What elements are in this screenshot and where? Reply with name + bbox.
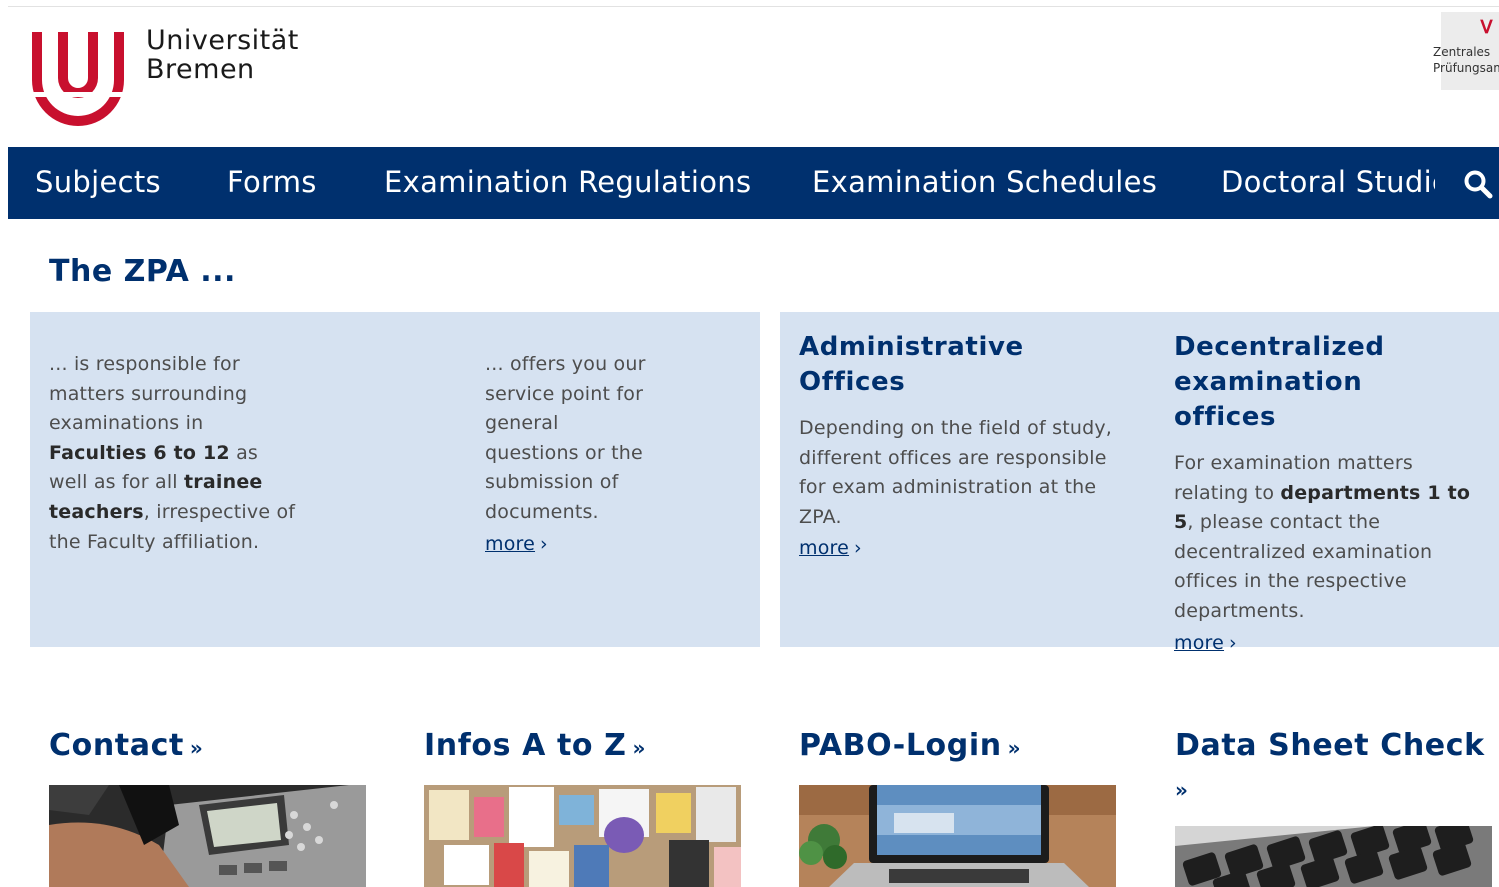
- zpa-logo-line2: Prüfungsamt: [1433, 61, 1499, 75]
- tile-title-infos[interactable]: Infos A to Z»: [424, 728, 646, 763]
- decentral-more-link[interactable]: more: [1174, 632, 1224, 654]
- tile-title-datasheet[interactable]: Data Sheet Check: [1175, 728, 1485, 763]
- double-chevron-icon: »: [632, 736, 647, 760]
- decentral-text-2: , please contact the decentralized exami…: [1174, 511, 1433, 622]
- tile-title-infos-label: Infos A to Z: [424, 728, 627, 763]
- zpa-logo-mark: >: [1473, 17, 1499, 36]
- zpa-logo-text: Zentrales Prüfungsamt: [1433, 44, 1499, 76]
- university-logo[interactable]: [28, 28, 128, 128]
- university-name-line1: Universität: [146, 25, 299, 56]
- zpa-service-paragraph: ... offers you our service point for gen…: [485, 353, 646, 523]
- decentral-offices-title: Decentralized examination offices: [1174, 332, 1385, 432]
- section-title-zpa: The ZPA ...: [49, 254, 236, 289]
- top-border: [8, 6, 1499, 7]
- contact-phone-image[interactable]: [49, 785, 366, 887]
- university-name-line2: Bremen: [146, 54, 255, 85]
- tile-title-contact[interactable]: Contact»: [49, 728, 203, 763]
- zpa-service-text: ... offers you our service point for gen…: [485, 350, 655, 559]
- chevron-right-icon: ›: [1229, 631, 1237, 654]
- search-icon[interactable]: [1463, 169, 1493, 199]
- tile-title-contact-label: Contact: [49, 728, 184, 763]
- nav-item-doctoral-studies[interactable]: Doctoral Studies: [1221, 147, 1435, 219]
- double-chevron-icon: »: [1175, 778, 1188, 802]
- admin-offices-block: Administrative Offices Depending on the …: [799, 330, 1124, 564]
- zpa-resp-text-1: ... is responsible for matters surroundi…: [49, 353, 248, 435]
- zpa-resp-faculties: Faculties 6 to 12: [49, 441, 230, 464]
- tile-title-datasheet-label: Data Sheet Check: [1175, 728, 1485, 763]
- university-name[interactable]: Universität Bremen: [146, 26, 299, 84]
- chevron-right-icon: ›: [854, 537, 862, 560]
- zpa-logo[interactable]: > Zentrales Prüfungsamt: [1431, 12, 1499, 92]
- keyboard-image[interactable]: [1175, 826, 1492, 887]
- zpa-logo-line1: Zentrales: [1433, 45, 1491, 59]
- laptop-image[interactable]: [799, 785, 1116, 887]
- double-chevron-icon: »: [1007, 736, 1022, 760]
- nav-item-examination-regulations[interactable]: Examination Regulations: [384, 147, 751, 219]
- chevron-right-icon: ›: [540, 532, 548, 555]
- nav-item-forms[interactable]: Forms: [227, 147, 317, 219]
- nav-item-subjects[interactable]: Subjects: [35, 147, 161, 219]
- decentral-offices-block: Decentralized examination offices For ex…: [1174, 330, 1474, 658]
- admin-offices-text: Depending on the field of study, differe…: [799, 417, 1113, 528]
- zpa-more-link[interactable]: more: [485, 533, 535, 555]
- admin-more-link[interactable]: more: [799, 537, 849, 559]
- pinboard-image[interactable]: [424, 785, 741, 887]
- admin-offices-title: Administrative Offices: [799, 332, 1024, 397]
- zpa-info-panel: ... is responsible for matters surroundi…: [30, 312, 760, 647]
- tile-title-pabo-label: PABO-Login: [799, 728, 1002, 763]
- main-navigation: Subjects Forms Examination Regulations E…: [8, 147, 1499, 219]
- offices-panel: Administrative Offices Depending on the …: [780, 312, 1499, 654]
- zpa-responsibility-text: ... is responsible for matters surroundi…: [49, 350, 299, 557]
- double-chevron-icon: »: [189, 736, 204, 760]
- nav-item-examination-schedules[interactable]: Examination Schedules: [812, 147, 1157, 219]
- tile-title-pabo[interactable]: PABO-Login»: [799, 728, 1021, 763]
